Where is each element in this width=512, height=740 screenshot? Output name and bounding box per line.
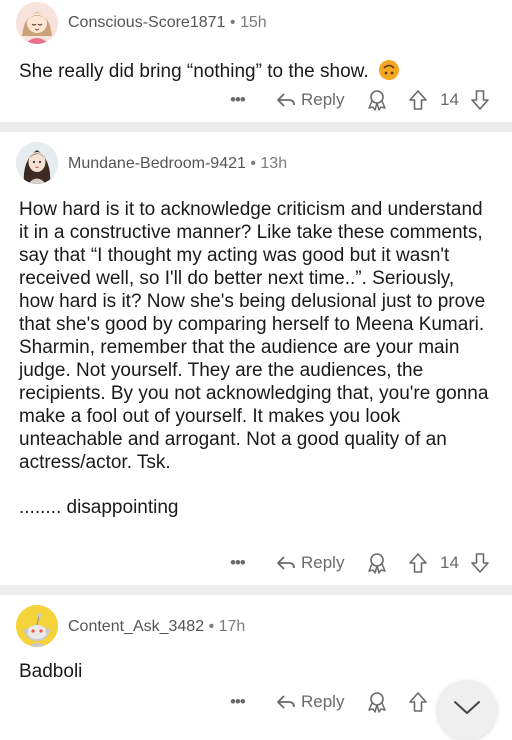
comment-body: How hard is it to acknowledge criticism … [19, 198, 492, 519]
comment-body: Badboli [19, 660, 492, 683]
upvote-arrow-icon [409, 692, 427, 712]
award-icon [368, 692, 386, 713]
comment-paragraph: ........ disappointing [19, 497, 179, 518]
scroll-down-button[interactable] [437, 680, 497, 740]
reply-label: Reply [301, 90, 345, 109]
upvote-arrow-icon [409, 553, 427, 573]
reply-label: Reply [301, 553, 345, 572]
award-icon [368, 553, 386, 574]
vote-count: 14 [440, 553, 459, 572]
downvote-button[interactable] [470, 550, 490, 576]
more-options-button[interactable]: ••• [230, 87, 246, 113]
reply-label: Reply [301, 692, 345, 711]
comment-separator [0, 122, 512, 132]
reply-button[interactable]: Reply [276, 689, 344, 715]
comment: Mundane-Bedroom-9421 • 13h How hard is i… [0, 132, 512, 587]
downvote-button[interactable] [470, 87, 490, 113]
reply-button[interactable]: Reply [276, 87, 344, 113]
more-options-button[interactable]: ••• [230, 689, 246, 715]
upvote-button[interactable] [408, 689, 428, 715]
comment-meta: Content_Ask_3482 • 17h [68, 618, 245, 636]
award-button[interactable] [366, 550, 388, 576]
award-button[interactable] [366, 87, 388, 113]
username[interactable]: Content_Ask_3482 [68, 618, 204, 635]
username[interactable]: Conscious-Score1871 [68, 14, 225, 31]
more-options-button[interactable]: ••• [230, 550, 246, 576]
award-icon [368, 90, 386, 111]
chevron-down-icon [454, 701, 480, 714]
upvote-arrow-icon [409, 90, 427, 110]
comment-actions: ••• Reply 14 [0, 550, 512, 576]
avatar[interactable] [16, 142, 58, 184]
upvote-button[interactable] [408, 550, 428, 576]
comment-age: 13h [260, 155, 288, 172]
comment-age: 15h [239, 14, 267, 31]
comment-actions: ••• Reply [0, 689, 512, 715]
meta-separator: • [250, 155, 256, 172]
reply-arrow-icon [277, 695, 295, 709]
downvote-arrow-icon [471, 90, 489, 110]
vote-count: 14 [440, 90, 459, 109]
meta-separator: • [208, 618, 215, 635]
comment-body: She really did bring “nothing” to the sh… [19, 59, 492, 83]
reply-arrow-icon [277, 93, 295, 107]
award-button[interactable] [366, 689, 388, 715]
upvote-button[interactable] [408, 87, 428, 113]
upside-down-face-emoji [378, 60, 399, 80]
comment: Conscious-Score1871 • 15h She really did… [0, 0, 512, 120]
comment-meta: Mundane-Bedroom-9421 • 13h [68, 155, 287, 173]
username[interactable]: Mundane-Bedroom-9421 [68, 155, 246, 172]
reply-arrow-icon [277, 556, 295, 570]
comment-age: 17h [218, 618, 246, 635]
avatar[interactable] [16, 605, 58, 647]
reply-button[interactable]: Reply [276, 550, 344, 576]
comment-separator [0, 585, 512, 595]
comment-text: She really did bring “nothing” to the sh… [19, 61, 369, 82]
comment-actions: ••• Reply 14 [0, 87, 512, 113]
comment-meta: Conscious-Score1871 • 15h [68, 14, 267, 32]
comment-paragraph: How hard is it to acknowledge criticism … [19, 199, 489, 473]
meta-separator: • [229, 14, 236, 31]
downvote-arrow-icon [471, 553, 489, 573]
comment: Content_Ask_3482 • 17h Badboli ••• Reply [0, 595, 512, 726]
avatar[interactable] [16, 2, 58, 44]
comment-paragraph: Badboli [19, 661, 83, 682]
